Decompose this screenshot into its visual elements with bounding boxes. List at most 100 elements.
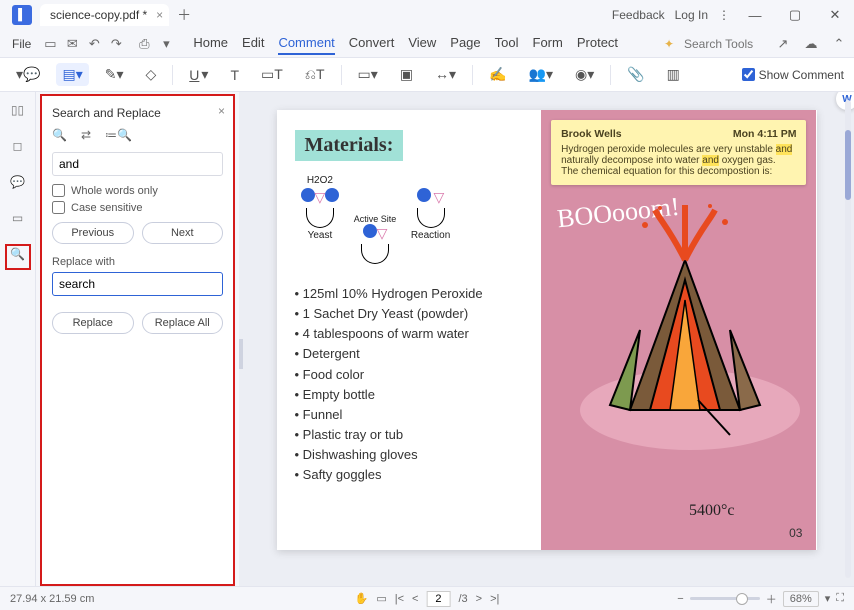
next-button[interactable]: Next: [142, 222, 224, 244]
note-author: Brook Wells: [561, 128, 622, 140]
bookmark-icon[interactable]: ◻: [8, 136, 28, 156]
shape-tool[interactable]: ▭▾: [352, 63, 384, 86]
list-item: Detergent: [295, 344, 524, 364]
zoom-dropdown-icon[interactable]: ▾: [825, 592, 831, 605]
eraser-tool[interactable]: ◇: [140, 63, 163, 86]
undo-icon[interactable]: ↶: [85, 36, 103, 52]
kebab-icon[interactable]: ⋮: [718, 8, 730, 22]
save-icon[interactable]: ▭: [41, 36, 59, 52]
previous-button[interactable]: Previous: [52, 222, 134, 244]
print-dropdown-icon[interactable]: ▾: [157, 36, 175, 52]
menu-edit[interactable]: Edit: [242, 32, 264, 55]
measure-tool[interactable]: ↔▾: [429, 63, 462, 86]
collapse-ribbon-icon[interactable]: ⌃: [830, 36, 848, 52]
highlight-box-sidebar: [5, 244, 31, 270]
list-item: Plastic tray or tub: [295, 425, 524, 445]
comment-panel-icon[interactable]: 💬: [8, 172, 28, 192]
manage-tool[interactable]: ▥: [661, 63, 686, 86]
sign-tool[interactable]: ✍: [483, 63, 512, 86]
zoom-slider[interactable]: [690, 597, 760, 600]
search-mode-icon[interactable]: 🔍: [52, 128, 67, 142]
show-comment-checkbox[interactable]: [742, 68, 755, 81]
last-page-icon[interactable]: >|: [490, 593, 499, 605]
molecule-diagram: H2O2▽Yeast Active Site▽ ▽Reaction: [295, 175, 524, 266]
select-tool-icon[interactable]: ▭: [376, 592, 386, 605]
stamp-tool[interactable]: ▣: [394, 63, 419, 86]
menu-page[interactable]: Page: [450, 32, 480, 55]
menu-tool[interactable]: Tool: [495, 32, 519, 55]
cloud-icon[interactable]: ☁: [802, 36, 820, 52]
statusbar: 27.94 x 21.59 cm ✋ ▭ |< < /3 > >| − ＋ 68…: [0, 586, 854, 610]
thumbnails-icon[interactable]: ▯▯: [8, 100, 28, 120]
menu-convert[interactable]: Convert: [349, 32, 395, 55]
first-page-icon[interactable]: |<: [395, 593, 404, 605]
redo-icon[interactable]: ↷: [107, 36, 125, 52]
login-link[interactable]: Log In: [675, 8, 708, 22]
stamp2-tool[interactable]: ◉▾: [569, 63, 600, 86]
next-page-icon[interactable]: >: [476, 593, 482, 605]
document-tab[interactable]: science-copy.pdf * ×: [40, 4, 169, 26]
hand-tool-icon[interactable]: ✋: [355, 592, 369, 605]
underline-tool[interactable]: U▾: [183, 63, 214, 86]
advanced-search-icon[interactable]: ≔🔍: [105, 128, 132, 142]
maximize-button[interactable]: ▢: [780, 7, 810, 23]
add-tab-button[interactable]: ＋: [177, 5, 191, 25]
note-tool[interactable]: ▾💬: [10, 63, 46, 86]
list-item: 4 tablespoons of warm water: [295, 324, 524, 344]
pencil-tool[interactable]: ✎▾: [99, 63, 130, 86]
panel-close-icon[interactable]: ×: [218, 104, 225, 118]
fit-page-icon[interactable]: ⛶: [836, 592, 844, 605]
minimize-button[interactable]: —: [740, 8, 770, 23]
share-icon[interactable]: ↗: [774, 36, 792, 52]
close-tab-icon[interactable]: ×: [156, 8, 163, 22]
zoom-in-icon[interactable]: ＋: [766, 591, 777, 607]
prev-page-icon[interactable]: <: [412, 593, 418, 605]
search-tools-input[interactable]: [684, 37, 764, 51]
main-menus: Home Edit Comment Convert View Page Tool…: [193, 32, 618, 55]
vertical-scrollbar[interactable]: [844, 92, 852, 586]
menu-comment[interactable]: Comment: [278, 32, 334, 55]
highlight-tool[interactable]: ▤▾: [56, 63, 88, 86]
replace-button[interactable]: Replace: [52, 312, 134, 334]
panel-collapse-handle[interactable]: [239, 339, 243, 369]
replace-input[interactable]: [52, 272, 223, 296]
replace-mode-icon[interactable]: ⇄: [81, 128, 91, 142]
list-item: Funnel: [295, 405, 524, 425]
menu-form[interactable]: Form: [533, 32, 563, 55]
workspace: ▯▯ ◻ 💬 ▭ 🔍 Search and Replace × 🔍 ⇄ ≔🔍 W…: [0, 92, 854, 586]
people-tool[interactable]: 👥▾: [523, 63, 559, 86]
menu-view[interactable]: View: [408, 32, 436, 55]
close-window-button[interactable]: ✕: [820, 7, 850, 23]
print-icon[interactable]: ⎙: [135, 36, 153, 52]
textbox-tool[interactable]: ▭T: [255, 63, 289, 86]
app-icon: ▌: [12, 5, 32, 25]
ribbon: ▾💬 ▤▾ ✎▾ ◇ U▾ T ▭T ⎌T ▭▾ ▣ ↔▾ ✍ 👥▾ ◉▾ 📎 …: [0, 58, 854, 92]
case-sensitive-checkbox[interactable]: Case sensitive: [52, 201, 223, 214]
text-tool[interactable]: T: [224, 64, 245, 86]
materials-list: 125ml 10% Hydrogen Peroxide 1 Sachet Dry…: [295, 284, 524, 485]
zoom-out-icon[interactable]: −: [677, 593, 683, 605]
tab-filename: science-copy.pdf *: [50, 8, 147, 22]
show-comment-toggle[interactable]: Show Comment: [742, 68, 844, 82]
menu-home[interactable]: Home: [193, 32, 228, 55]
page-input[interactable]: [426, 591, 450, 607]
replace-all-button[interactable]: Replace All: [142, 312, 224, 334]
callout-tool[interactable]: ⎌T: [299, 63, 331, 86]
sparkle-icon[interactable]: ✦: [664, 37, 674, 51]
page-total: /3: [458, 593, 467, 605]
zoom-value: 68%: [783, 591, 819, 607]
menu-protect[interactable]: Protect: [577, 32, 618, 55]
mail-icon[interactable]: ✉: [63, 36, 81, 52]
pdf-page: W Materials: H2O2▽Yeast Active Site▽ ▽Re…: [277, 110, 817, 550]
file-menu[interactable]: File: [6, 37, 37, 51]
whole-words-checkbox[interactable]: Whole words only: [52, 184, 223, 197]
page-dimensions: 27.94 x 21.59 cm: [10, 593, 94, 605]
attachment-panel-icon[interactable]: ▭: [8, 208, 28, 228]
document-area[interactable]: W Materials: H2O2▽Yeast Active Site▽ ▽Re…: [239, 92, 854, 586]
comment-note[interactable]: Brook WellsMon 4:11 PM Hydrogen peroxide…: [551, 120, 806, 185]
find-input[interactable]: [52, 152, 223, 176]
note-time: Mon 4:11 PM: [733, 128, 797, 140]
attach-tool[interactable]: 📎: [621, 63, 650, 86]
feedback-link[interactable]: Feedback: [612, 8, 665, 22]
list-item: 1 Sachet Dry Yeast (powder): [295, 304, 524, 324]
